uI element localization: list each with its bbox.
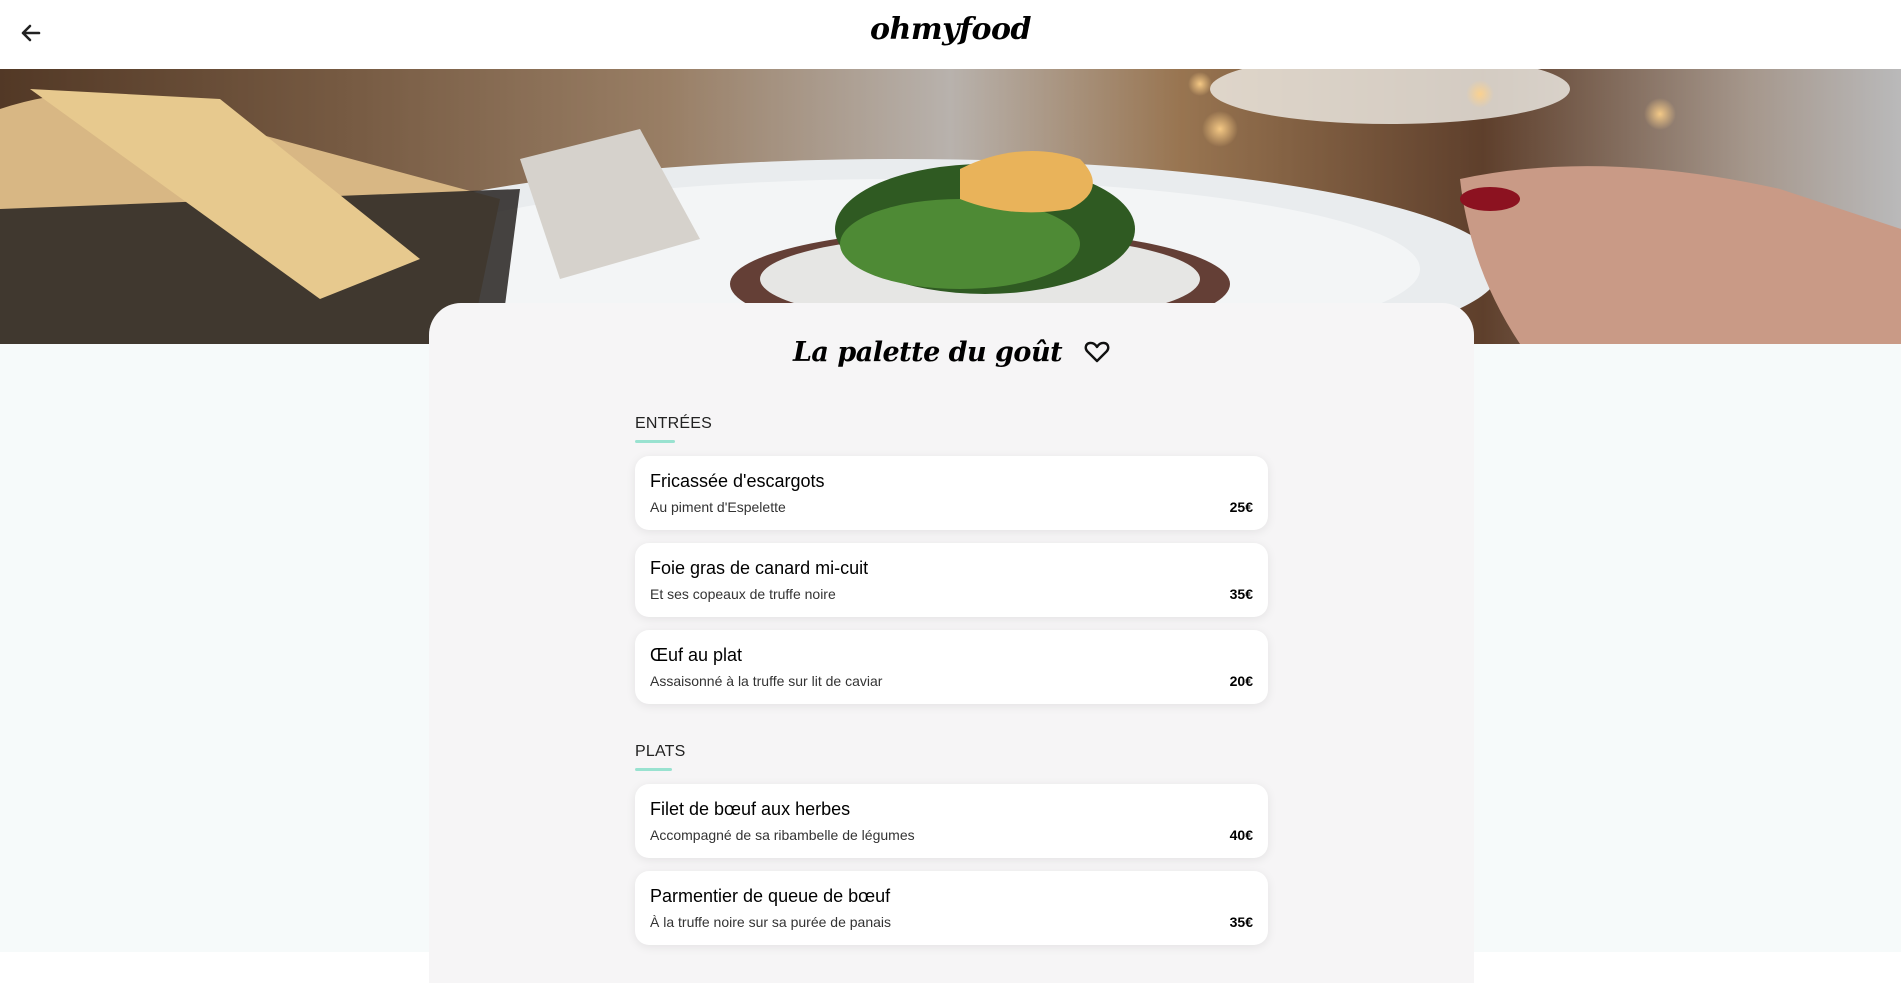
section-underline [635, 440, 675, 443]
dish-description: Et ses copeaux de truffe noire [650, 586, 836, 602]
dish-description: À la truffe noire sur sa purée de panais [650, 914, 892, 930]
dish-price: 25€ [1229, 499, 1253, 515]
restaurant-title-row: La palette du goût [429, 337, 1474, 368]
favorite-button[interactable] [1084, 340, 1110, 366]
dish-card[interactable]: Foie gras de canard mi-cuit Et ses copea… [635, 543, 1268, 617]
dish-price: 35€ [1229, 914, 1253, 930]
dish-card[interactable]: Fricassée d'escargots Au piment d'Espele… [635, 456, 1268, 530]
restaurant-menu-card: La palette du goût ENTRÉES Fricassée d'e… [429, 303, 1474, 983]
dish-card[interactable]: Parmentier de queue de bœuf À la truffe … [635, 871, 1268, 945]
dish-card[interactable]: Filet de bœuf aux herbes Accompagné de s… [635, 784, 1268, 858]
section-title-entrees: ENTRÉES [635, 415, 712, 432]
section-title-plats: PLATS [635, 743, 686, 760]
dish-price: 35€ [1229, 586, 1253, 602]
app-header: ohmyfood [0, 0, 1901, 69]
section-underline [635, 768, 672, 771]
logo[interactable]: ohmyfood [0, 12, 1901, 47]
dish-name: Fricassée d'escargots [650, 471, 825, 491]
dish-name: Foie gras de canard mi-cuit [650, 558, 869, 578]
restaurant-name: La palette du goût [792, 337, 1063, 368]
dish-name: Œuf au plat [650, 645, 743, 665]
dish-card[interactable]: Œuf au plat Assaisonné à la truffe sur l… [635, 630, 1268, 704]
dish-description: Accompagné de sa ribambelle de légumes [650, 827, 915, 843]
dish-description: Au piment d'Espelette [650, 499, 786, 515]
dish-description: Assaisonné à la truffe sur lit de caviar [650, 673, 883, 689]
dish-price: 20€ [1229, 673, 1253, 689]
dish-name: Filet de bœuf aux herbes [650, 799, 851, 819]
dish-name: Parmentier de queue de bœuf [650, 886, 891, 906]
heart-outline-icon [1084, 341, 1110, 362]
dish-price: 40€ [1229, 827, 1253, 843]
